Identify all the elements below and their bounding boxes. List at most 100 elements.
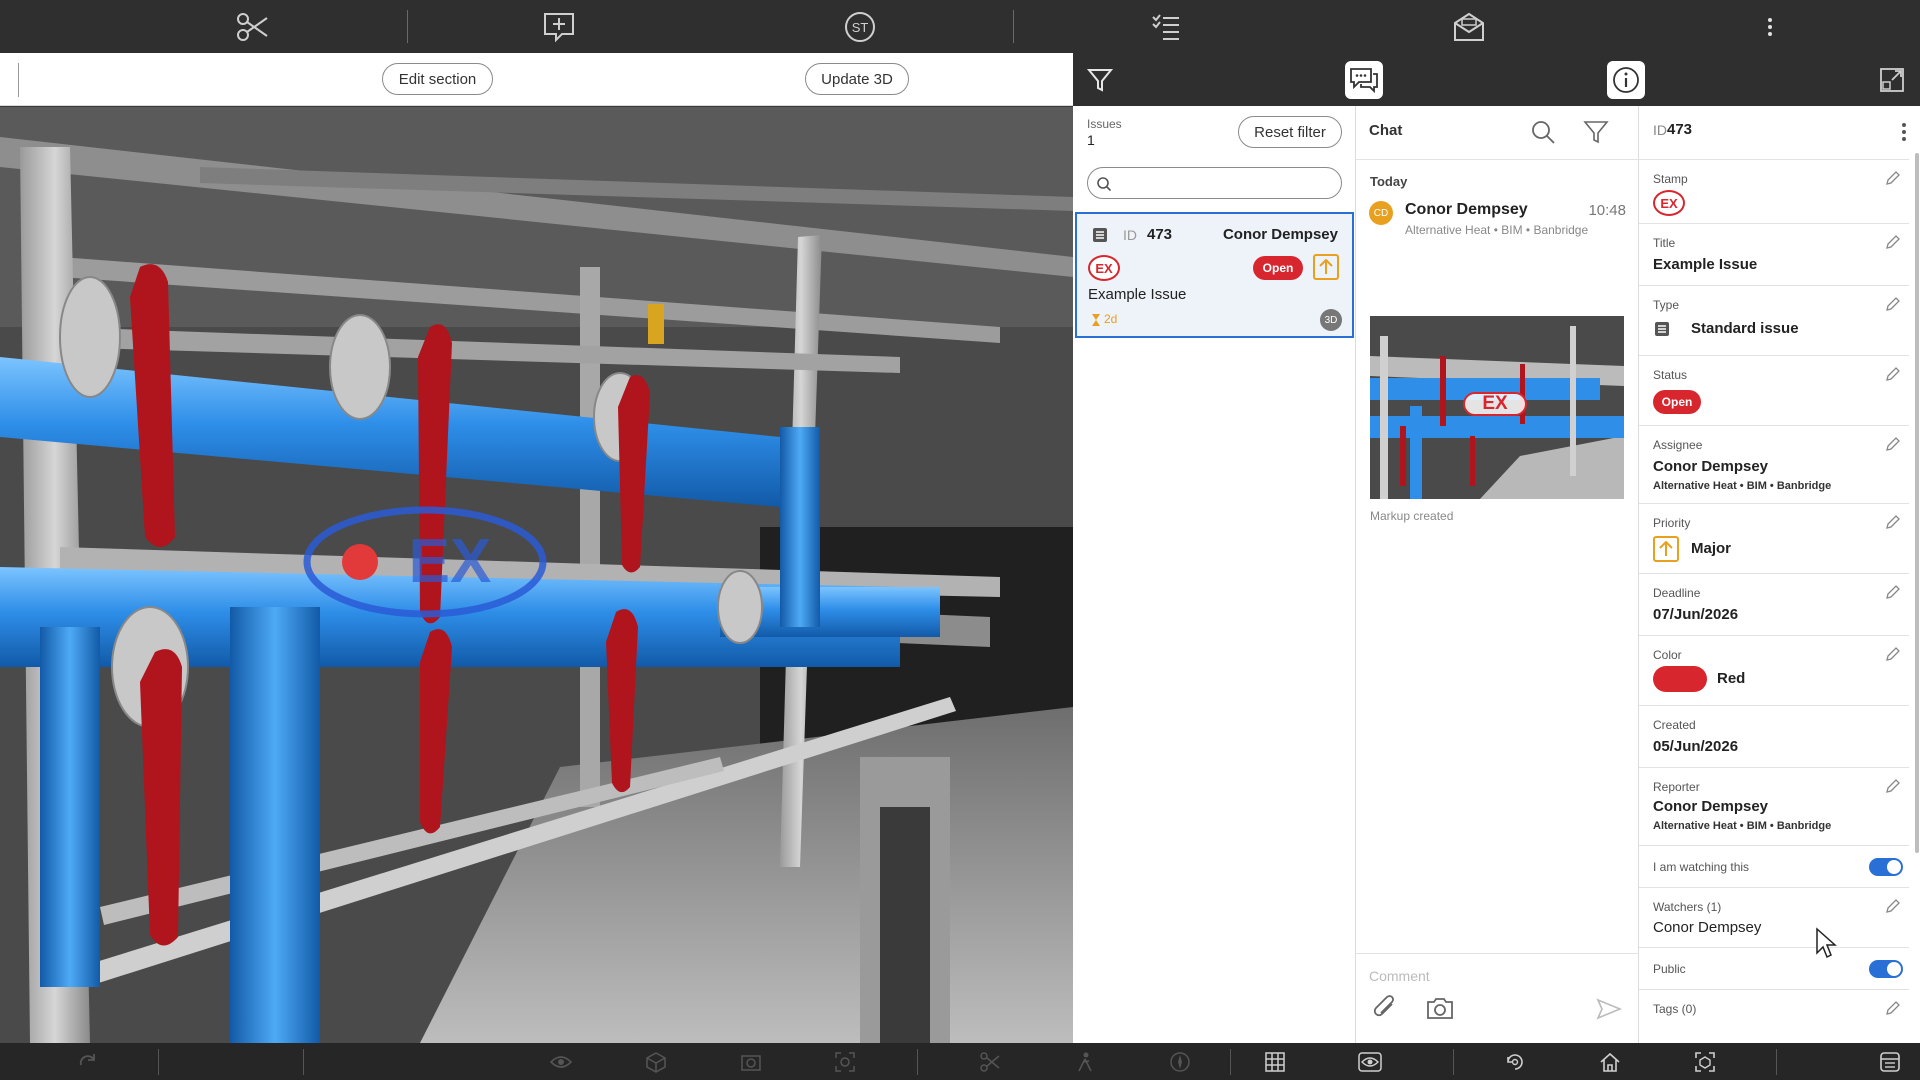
field-label: Tags (0)	[1653, 1002, 1697, 1016]
edit-icon[interactable]	[1885, 234, 1901, 250]
issue-id-label: ID	[1123, 227, 1137, 243]
field-deadline[interactable]: Deadline 07/Jun/2026	[1639, 574, 1909, 636]
edit-icon[interactable]	[1885, 436, 1901, 452]
mouse-cursor-icon	[1816, 927, 1837, 959]
camera-cube-icon[interactable]	[738, 1049, 764, 1075]
model-viewer[interactable]: Edit section Update 3D EX	[0, 53, 1073, 1043]
field-label: Title	[1653, 236, 1676, 250]
issue-list-item[interactable]: ID 473 Conor Dempsey EX Open Example Iss…	[1075, 212, 1354, 338]
comment-input[interactable]: Comment	[1369, 968, 1430, 984]
document-icon	[1093, 228, 1107, 242]
markup-stamp-text: EX	[409, 527, 492, 596]
priority-up-icon	[1653, 536, 1679, 562]
edit-icon[interactable]	[1885, 366, 1901, 382]
fit-view-icon[interactable]	[1692, 1049, 1718, 1075]
edit-icon[interactable]	[1885, 296, 1901, 312]
inbox-mail-icon[interactable]	[1451, 9, 1487, 45]
message-author: Conor Dempsey	[1405, 201, 1528, 218]
field-watching[interactable]: I am watching this	[1639, 846, 1909, 888]
details-scrollbar[interactable]	[1915, 153, 1919, 853]
title-value: Example Issue	[1653, 256, 1758, 273]
message-caption: Markup created	[1370, 509, 1454, 523]
3d-scene-canvas[interactable]: EX	[0, 107, 1073, 1043]
edit-icon[interactable]	[1885, 170, 1901, 186]
assignee-value: Conor Dempsey	[1653, 458, 1769, 475]
field-reporter[interactable]: Reporter Conor Dempsey Alternative Heat …	[1639, 768, 1909, 846]
info-icon[interactable]	[1607, 61, 1645, 99]
comment-composer: Comment	[1356, 953, 1639, 1043]
watching-toggle[interactable]	[1869, 858, 1903, 876]
markup-snapshot-image[interactable]: EX	[1370, 316, 1624, 499]
top-toolbar: ST	[0, 0, 1920, 53]
compass-icon[interactable]	[1167, 1049, 1193, 1075]
more-vertical-icon[interactable]	[1901, 122, 1907, 142]
home-icon[interactable]	[1597, 1049, 1623, 1075]
field-label: I am watching this	[1653, 860, 1750, 874]
issue-title: Example Issue	[1088, 286, 1187, 303]
toolbar-divider	[1776, 1049, 1777, 1075]
edit-icon[interactable]	[1885, 778, 1901, 794]
field-status[interactable]: Status Open	[1639, 356, 1909, 426]
bottom-toolbar	[0, 1043, 1920, 1080]
view-eye-icon[interactable]	[1357, 1049, 1383, 1075]
edit-section-button[interactable]: Edit section	[382, 63, 493, 95]
person-walk-icon[interactable]	[1072, 1049, 1098, 1075]
edit-icon[interactable]	[1885, 514, 1901, 530]
search-icon[interactable]	[1530, 119, 1556, 145]
watchers-value: Conor Dempsey	[1653, 919, 1762, 936]
field-title[interactable]: Title Example Issue	[1639, 224, 1909, 286]
status-badge: Open	[1653, 390, 1701, 414]
rotate-icon[interactable]	[1502, 1049, 1528, 1075]
field-stamp[interactable]: Stamp EX	[1639, 160, 1909, 224]
field-label: Assignee	[1653, 438, 1703, 452]
focus-icon[interactable]	[832, 1049, 858, 1075]
panel-header	[1073, 53, 1920, 106]
field-type[interactable]: Type Standard issue	[1639, 286, 1909, 356]
filter-icon[interactable]	[1081, 61, 1119, 99]
edit-icon[interactable]	[1885, 584, 1901, 600]
eye-icon[interactable]	[548, 1049, 574, 1075]
reset-filter-button[interactable]: Reset filter	[1238, 116, 1342, 148]
chat-icon[interactable]	[1345, 61, 1383, 99]
status-badge: Open	[1253, 256, 1303, 280]
field-label: Deadline	[1653, 586, 1701, 600]
issue-search-input[interactable]	[1087, 167, 1342, 199]
add-comment-icon[interactable]	[541, 9, 577, 45]
field-color[interactable]: Color Red	[1639, 636, 1909, 706]
camera-icon[interactable]	[1426, 996, 1454, 1020]
edit-icon[interactable]	[1885, 646, 1901, 662]
toolbar-divider	[407, 10, 408, 43]
issue-id: 473	[1147, 226, 1173, 243]
checklist-icon[interactable]	[1148, 9, 1184, 45]
field-assignee[interactable]: Assignee Conor Dempsey Alternative Heat …	[1639, 426, 1909, 504]
field-label: Status	[1653, 368, 1688, 382]
user-avatar-button[interactable]: ST	[842, 9, 878, 45]
field-tags[interactable]: Tags (0)	[1639, 990, 1909, 1043]
field-label: Stamp	[1653, 172, 1688, 186]
field-watchers[interactable]: Watchers (1) Conor Dempsey	[1639, 888, 1909, 948]
scissors-icon[interactable]	[235, 9, 271, 45]
send-icon[interactable]	[1596, 998, 1622, 1020]
toolbar-divider	[158, 1049, 159, 1075]
color-value: Red	[1717, 670, 1746, 687]
assignee-meta: Alternative Heat • BIM • Banbridge	[1653, 480, 1832, 492]
edit-icon[interactable]	[1885, 1000, 1901, 1016]
window-icon[interactable]	[1877, 1049, 1903, 1075]
public-toggle[interactable]	[1869, 960, 1903, 978]
field-public[interactable]: Public	[1639, 948, 1909, 990]
update-3d-button[interactable]: Update 3D	[805, 63, 909, 95]
viewer-header-divider	[18, 63, 19, 97]
grid-icon[interactable]	[1262, 1049, 1288, 1075]
redo-icon[interactable]	[75, 1049, 101, 1075]
chat-column: Chat Today CD Conor Dempsey 10:48 Altern…	[1356, 106, 1639, 1043]
more-vertical-icon[interactable]	[1752, 9, 1788, 45]
scissors-icon[interactable]	[977, 1049, 1003, 1075]
edit-icon[interactable]	[1885, 898, 1901, 914]
toolbar-divider	[1230, 1049, 1231, 1075]
attach-icon[interactable]	[1372, 994, 1398, 1022]
model-3d-badge: 3D	[1320, 309, 1342, 331]
expand-icon[interactable]	[1873, 61, 1911, 99]
filter-icon[interactable]	[1583, 119, 1609, 145]
cube-icon[interactable]	[643, 1049, 669, 1075]
field-priority[interactable]: Priority Major	[1639, 504, 1909, 574]
